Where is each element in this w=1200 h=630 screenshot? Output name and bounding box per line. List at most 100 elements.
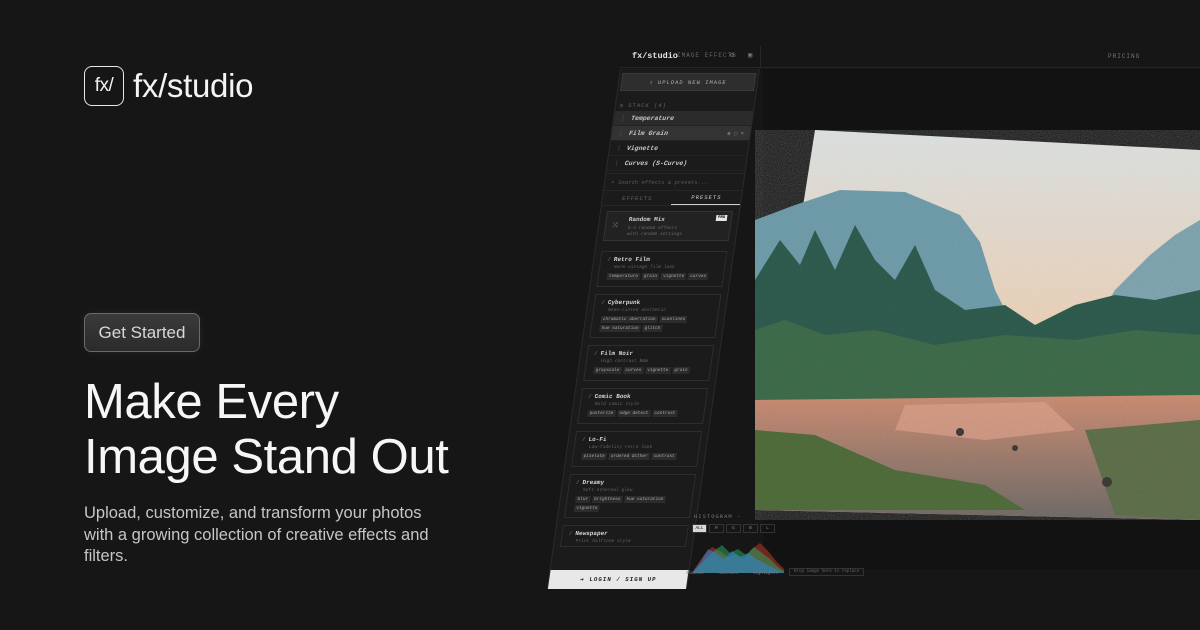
stack-item-film-grain[interactable]: ⋮ Film Grain ◉ ▢ × — [610, 126, 751, 141]
nav-pricing[interactable]: PRICING — [1108, 53, 1140, 60]
effect-chip: curves — [687, 273, 709, 280]
preset-name: Dreamy — [582, 479, 605, 486]
tab-effects[interactable]: EFFECTS — [602, 191, 673, 205]
label-highlights: Highlights — [752, 572, 778, 576]
effect-chip: vignette — [644, 367, 671, 374]
effect-chip: glitch — [641, 325, 663, 332]
channel-button[interactable]: R — [709, 524, 724, 533]
channel-button[interactable]: L — [760, 524, 775, 533]
effect-chip: ordered dither — [608, 453, 651, 460]
app-logo[interactable]: fx/studio — [632, 51, 678, 61]
effect-chip: grain — [671, 367, 690, 374]
shuffle-icon: ⤨ — [611, 222, 619, 230]
brand-logo-icon: fx/ — [84, 66, 124, 106]
get-started-button[interactable]: Get Started — [84, 313, 200, 352]
label-midtones: Midtones — [718, 572, 739, 576]
sidebar-tabs: EFFECTS PRESETS — [601, 191, 742, 206]
stack-item-label: Curves (S-Curve) — [624, 159, 688, 167]
effect-chip: posterize — [587, 410, 616, 417]
histogram-labels: Shadows Midtones Highlights — [686, 572, 786, 576]
effect-chip: hue saturation — [599, 325, 641, 332]
preset-film-noir[interactable]: ⁄ Film Noir High contrast B&W grayscale c… — [583, 345, 715, 381]
close-icon[interactable]: × — [740, 130, 744, 137]
effect-chip: vignette — [573, 505, 600, 512]
preset-dreamy[interactable]: ⁄ Dreamy Soft ethereal glow blur brightne… — [563, 474, 697, 518]
preset-newspaper[interactable]: ⁄ Newspaper Print halftone style — [559, 525, 689, 547]
effect-chip: grain — [641, 273, 660, 280]
brand: fx/ fx/studio — [84, 66, 254, 106]
preset-name: Retro Film — [613, 256, 651, 263]
effect-chip: curves — [622, 367, 644, 374]
effect-chip: hue saturation — [623, 496, 666, 503]
stack-item-curves[interactable]: ⋮ Curves (S-Curve) — [606, 156, 747, 171]
stack-item-label: Film Grain — [628, 129, 669, 137]
effect-chip: vignette — [660, 273, 687, 280]
login-signup-button[interactable]: ⇥ LOGIN / SIGN UP — [547, 570, 689, 589]
magic-wand-icon: ⁄ — [581, 436, 587, 443]
label-shadows: Shadows — [686, 572, 704, 576]
histogram-channels: ALL R G B L — [692, 524, 786, 533]
nav-image-effects[interactable]: IMAGE EFFECTS — [677, 52, 737, 59]
channel-button[interactable]: ALL — [692, 524, 707, 533]
image-preview — [755, 130, 1200, 520]
stack-item-temperature[interactable]: ⋮ Temperature — [612, 111, 754, 126]
stack-item-vignette[interactable]: ⋮ Vignette — [608, 141, 749, 156]
preset-lo-fi[interactable]: ⁄ Lo-Fi Low-fidelity retro look pixelate … — [571, 431, 703, 467]
preset-comic-book[interactable]: ⁄ Comic Book Bold comic style posterize e… — [577, 388, 709, 424]
magic-wand-icon: ⁄ — [575, 479, 580, 486]
grip-icon[interactable]: ⋮ — [615, 145, 622, 152]
preset-desc-line-2: with random settings — [626, 232, 683, 237]
histogram-graph — [692, 543, 784, 573]
search-icon: ⌕ — [610, 178, 615, 186]
magic-wand-icon: ⁄ — [606, 256, 612, 263]
search-input[interactable]: Search effects & presets... — [618, 179, 708, 186]
magic-wand-icon: ⁄ — [568, 530, 573, 537]
magic-wand-icon: ⁄ — [600, 299, 606, 306]
upload-button[interactable]: ⇪ UPLOAD NEW IMAGE — [619, 73, 757, 91]
landscape-photo — [755, 130, 1200, 520]
layers-icon: ◎ — [619, 101, 625, 109]
search-bar[interactable]: ⌕ Search effects & presets... — [603, 173, 745, 191]
hero-subtext: Upload, customize, and transform your ph… — [84, 504, 429, 565]
preset-desc: Soft ethereal glow — [582, 488, 633, 493]
drop-hint: Drop image here to replace — [789, 568, 865, 576]
grip-icon[interactable]: ⋮ — [613, 160, 620, 167]
preset-desc: Warm vintage film look — [613, 265, 676, 270]
app-topbar: fx/studio IMAGE EFFECTS ⚙ ▣ PRICING — [620, 46, 1200, 68]
effect-chip: pixelate — [581, 453, 608, 460]
hero-headline: Make Every Image Stand Out — [84, 375, 544, 485]
channel-button[interactable]: G — [726, 524, 741, 533]
stack-item-label: Vignette — [626, 144, 659, 152]
histogram-title[interactable]: HISTOGRAM - — [694, 513, 786, 520]
tab-presets[interactable]: PRESETS — [670, 191, 742, 205]
grip-icon[interactable]: ⋮ — [620, 115, 627, 122]
magic-wand-icon: ⁄ — [587, 393, 593, 400]
login-label: LOGIN / SIGN UP — [588, 576, 658, 583]
preset-random-mix[interactable]: ⤨ Random Mix 2-4 random effects with ran… — [602, 211, 734, 241]
histogram-panel: HISTOGRAM - ALL R G B L Shadows Midtones… — [686, 509, 786, 579]
brand-name: fx/studio — [133, 67, 254, 104]
image-icon[interactable]: ▣ — [748, 51, 752, 60]
effect-chip: chromatic aberration — [600, 316, 658, 323]
preset-name: Comic Book — [594, 393, 632, 400]
settings-icon[interactable]: ⚙ — [730, 51, 734, 60]
topbar-divider — [760, 46, 761, 68]
preset-name: Newspaper — [574, 530, 609, 537]
headline-line-2: Image Stand Out — [84, 430, 449, 484]
channel-button[interactable]: B — [743, 524, 758, 533]
duplicate-icon[interactable]: ▢ — [734, 130, 738, 137]
upload-label: UPLOAD NEW IMAGE — [657, 78, 728, 86]
effect-chip: contrast — [651, 410, 678, 417]
preset-name: Cyberpunk — [607, 299, 641, 306]
effect-chip: blur — [575, 496, 591, 503]
preset-desc: Neon-tinted aesthetic — [607, 308, 667, 313]
preset-retro-film[interactable]: ⁄ Retro Film Warm vintage film look tempe… — [596, 251, 728, 287]
visibility-icon[interactable]: ◉ — [727, 130, 731, 137]
login-icon: ⇥ — [579, 576, 585, 583]
grip-icon[interactable]: ⋮ — [618, 130, 625, 137]
preset-desc: Print halftone style — [575, 539, 632, 544]
preset-desc: Bold comic style — [594, 402, 640, 407]
preset-cyberpunk[interactable]: ⁄ Cyberpunk Neon-tinted aesthetic chromat… — [589, 294, 722, 338]
pro-badge: PRO — [715, 215, 728, 221]
layer-tools[interactable]: ◉ ▢ × — [727, 130, 745, 137]
